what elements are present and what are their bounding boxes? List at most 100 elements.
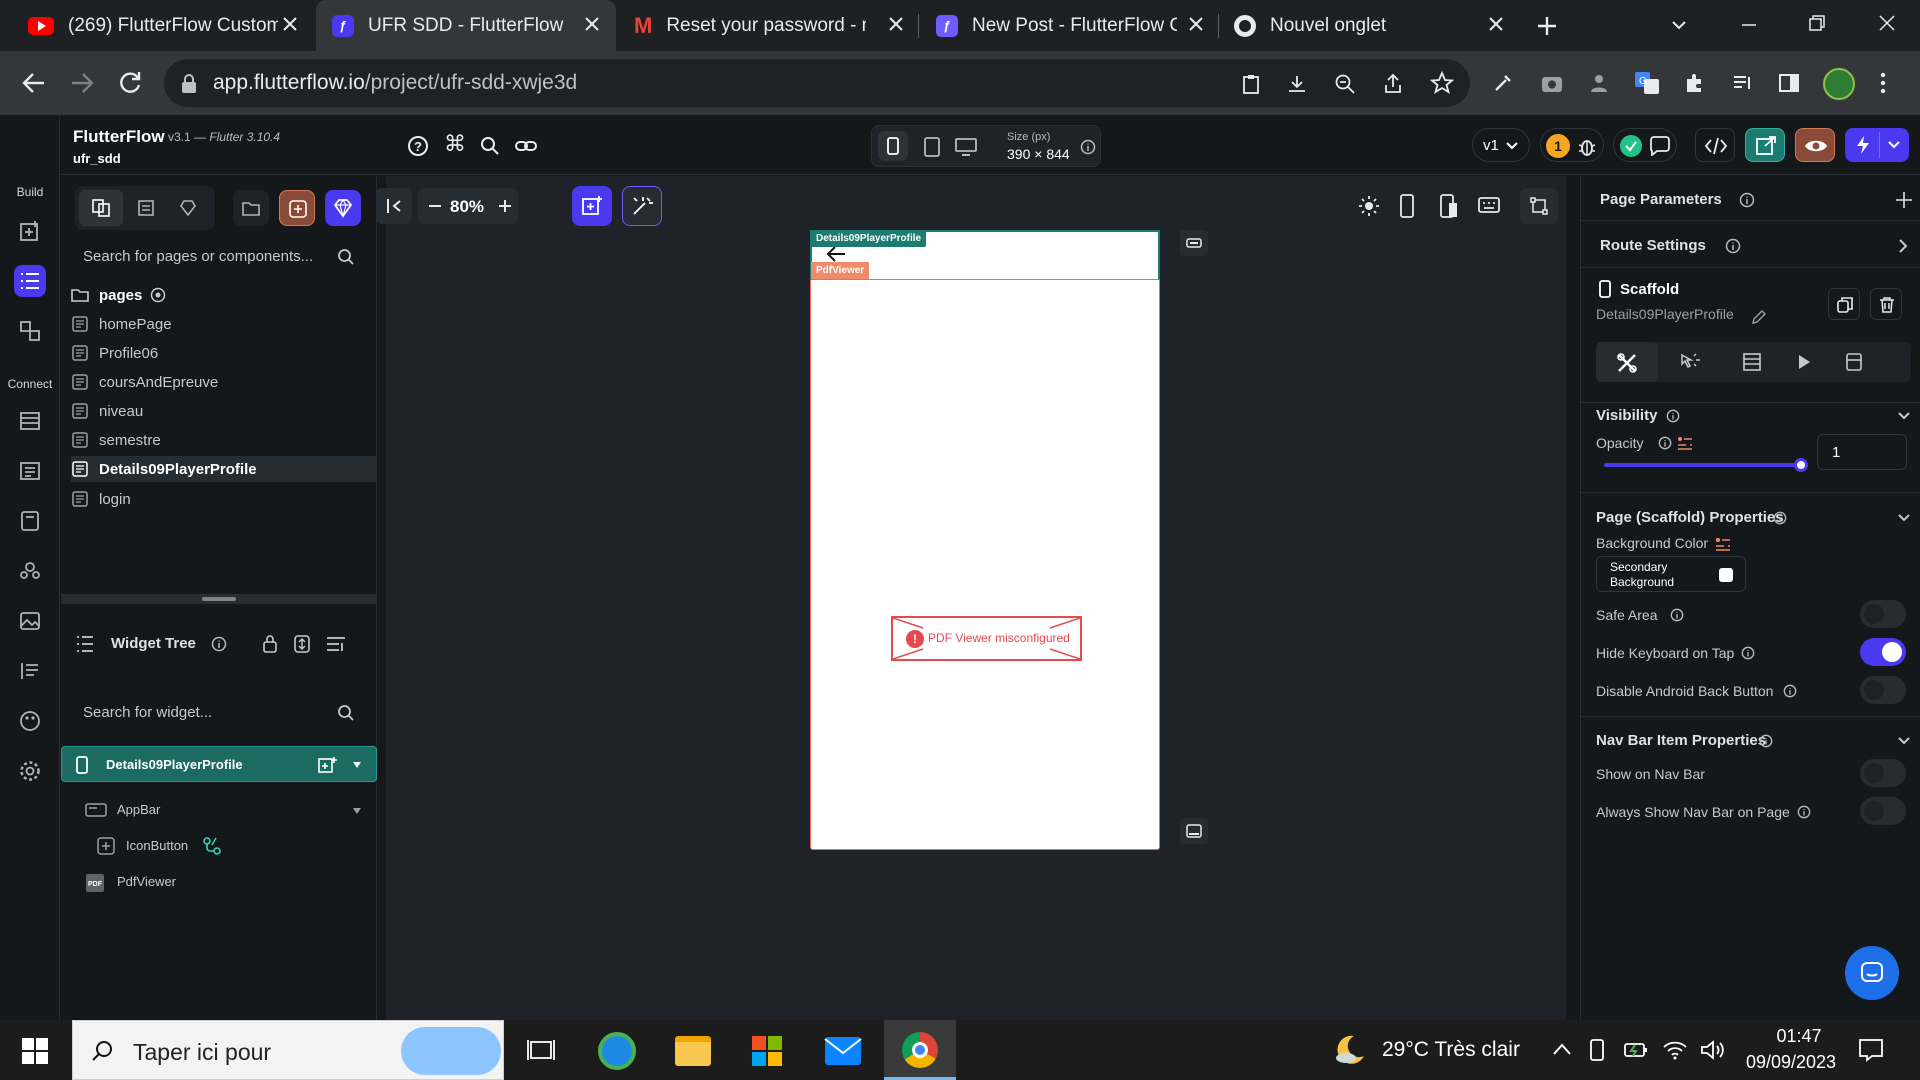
command-icon[interactable]: ⌘ — [444, 131, 466, 157]
forward-icon[interactable] — [68, 69, 96, 97]
tree-node-root[interactable]: Details09PlayerProfile — [61, 746, 377, 782]
volume-icon[interactable] — [1700, 1038, 1726, 1062]
diamond-icon[interactable] — [179, 199, 197, 217]
help-icon[interactable]: ? — [407, 135, 429, 157]
info-icon[interactable] — [1773, 511, 1787, 525]
open-external-button[interactable] — [1745, 128, 1785, 162]
add-widget-icon[interactable] — [318, 756, 338, 774]
close-icon[interactable] — [1486, 14, 1506, 34]
clock-date[interactable]: 09/09/2023 — [1736, 1052, 1846, 1073]
link-icon[interactable] — [514, 136, 538, 156]
chevron-down-icon[interactable] — [1897, 410, 1911, 422]
widget-search-input[interactable]: Search for widget... — [75, 692, 365, 732]
page-item[interactable]: semestre — [71, 427, 377, 453]
weather-text[interactable]: 29°C Très clair — [1382, 1038, 1520, 1062]
share-icon[interactable] — [1382, 73, 1404, 95]
search-icon[interactable] — [337, 248, 355, 266]
info-icon[interactable] — [1666, 409, 1680, 423]
rail-api-calls[interactable] — [14, 505, 46, 537]
tree-node-iconbutton[interactable]: IconButton — [97, 834, 377, 860]
info-icon[interactable] — [1739, 192, 1755, 208]
rail-components[interactable] — [14, 315, 46, 347]
tab-properties[interactable] — [1596, 342, 1658, 382]
backend-query-icon[interactable] — [1742, 352, 1762, 372]
new-folder-button[interactable] — [233, 190, 269, 226]
profile-avatar[interactable] — [1823, 68, 1855, 100]
rail-custom-code[interactable] — [14, 555, 46, 587]
variable-binding-icon[interactable] — [1677, 436, 1693, 450]
queue-icon[interactable] — [1732, 72, 1754, 94]
device-frame-icon[interactable] — [1440, 194, 1458, 218]
nav-bar-props-title[interactable]: Nav Bar Item Properties — [1596, 732, 1766, 749]
new-tab-icon[interactable] — [1535, 14, 1559, 38]
close-icon[interactable] — [582, 14, 602, 34]
taskbar-search[interactable]: Taper ici pour — [72, 1020, 504, 1080]
edit-pencil-icon[interactable] — [1751, 309, 1767, 325]
windows-start-icon[interactable] — [22, 1038, 48, 1064]
chevron-down-icon[interactable] — [1887, 139, 1901, 151]
delete-button[interactable] — [1870, 288, 1902, 320]
caret-down-icon[interactable] — [352, 761, 362, 769]
route-settings-title[interactable]: Route Settings — [1600, 237, 1706, 254]
opacity-input[interactable]: 1 — [1817, 434, 1907, 470]
clock-time[interactable]: 01:47 — [1754, 1026, 1844, 1047]
side-panel-icon[interactable] — [1778, 72, 1800, 94]
info-icon[interactable] — [1783, 684, 1797, 698]
support-chat-button[interactable] — [1845, 946, 1899, 1000]
window-close-icon[interactable] — [1876, 12, 1898, 34]
add-widget-button[interactable] — [572, 186, 612, 226]
page-item[interactable]: login — [71, 486, 377, 512]
chevron-down-icon[interactable] — [1897, 735, 1911, 747]
folder-settings-icon[interactable] — [150, 287, 166, 303]
rail-localization[interactable] — [14, 655, 46, 687]
file-explorer-icon[interactable] — [675, 1036, 711, 1066]
page-properties-title[interactable]: Page (Scaffold) Properties — [1596, 509, 1784, 526]
code-view-button[interactable] — [1695, 128, 1735, 162]
search-icon[interactable] — [337, 704, 355, 722]
desktop-icon[interactable] — [955, 138, 977, 156]
hide-keyboard-toggle[interactable] — [1860, 638, 1906, 666]
rail-theme[interactable] — [14, 705, 46, 737]
bookmark-star-icon[interactable] — [1430, 71, 1454, 95]
chevron-down-icon[interactable] — [1897, 512, 1911, 524]
rail-media-assets[interactable] — [14, 605, 46, 637]
disable-back-toggle[interactable] — [1860, 676, 1906, 704]
status-button[interactable] — [1613, 128, 1677, 162]
wifi-icon[interactable] — [1662, 1037, 1688, 1061]
resize-handle[interactable] — [202, 597, 236, 601]
camera-icon[interactable] — [1540, 72, 1564, 94]
new-component-button[interactable] — [279, 190, 315, 226]
issues-button[interactable]: 1 — [1540, 128, 1604, 162]
notifications-icon[interactable] — [1858, 1038, 1884, 1062]
bg-color-picker[interactable]: Secondary Background — [1596, 556, 1746, 592]
lock-icon[interactable] — [180, 74, 198, 94]
actions-icon[interactable] — [1679, 352, 1701, 372]
play-icon[interactable] — [1796, 353, 1812, 371]
tab-pages[interactable] — [79, 190, 123, 226]
add-icon[interactable] — [1895, 191, 1913, 209]
taskbar-chrome[interactable] — [884, 1020, 956, 1080]
variable-binding-icon[interactable] — [1715, 537, 1731, 551]
safe-area-toggle[interactable] — [1860, 600, 1906, 628]
store-icon[interactable] — [750, 1034, 784, 1068]
keyboard-icon[interactable] — [1478, 197, 1500, 213]
lock-icon[interactable] — [261, 634, 279, 654]
version-select[interactable]: v1 — [1472, 128, 1530, 162]
translate-icon[interactable]: G — [1634, 71, 1660, 95]
close-icon[interactable] — [1186, 14, 1206, 34]
filter-lines-icon[interactable] — [325, 635, 347, 653]
tab-new-tab[interactable]: Nouvel onglet — [1220, 0, 1520, 51]
info-icon[interactable] — [1658, 436, 1672, 450]
page-item-selected[interactable]: Details09PlayerProfile — [71, 456, 377, 482]
bottom-bar-toggle[interactable] — [1180, 818, 1208, 844]
url-text[interactable]: app.flutterflow.io/project/ufr-sdd-xwje3… — [213, 71, 577, 95]
always-nav-toggle[interactable] — [1860, 797, 1906, 825]
chevron-down-icon[interactable] — [1668, 14, 1690, 36]
zoom-plus-icon[interactable] — [498, 199, 512, 213]
components-tab-icon[interactable] — [137, 199, 155, 217]
info-icon[interactable] — [1759, 734, 1773, 748]
minimize-icon[interactable] — [1738, 14, 1760, 36]
component-state-icon[interactable] — [1844, 352, 1864, 372]
info-icon[interactable] — [1670, 608, 1684, 622]
collapse-panel-button[interactable] — [376, 188, 412, 224]
